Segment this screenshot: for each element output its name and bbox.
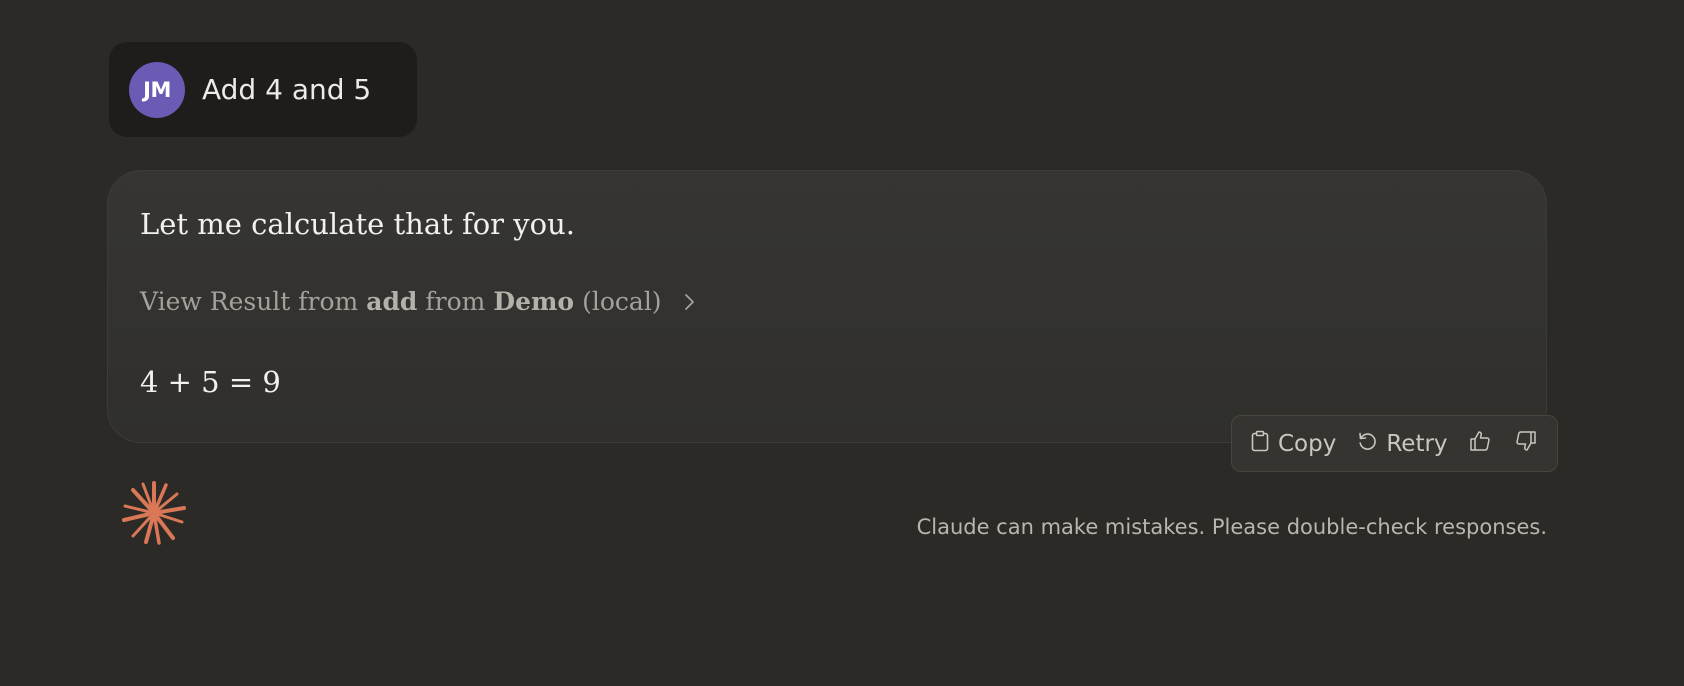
tool-link-middle: from bbox=[425, 287, 486, 316]
tool-result-text: 4 + 5 = 9 bbox=[140, 365, 281, 399]
user-message: JM Add 4 and 5 bbox=[109, 42, 417, 137]
retry-icon bbox=[1356, 430, 1378, 458]
copy-button[interactable]: Copy bbox=[1250, 430, 1336, 458]
claude-spark-icon bbox=[121, 480, 187, 546]
tool-link-suffix: (local) bbox=[582, 287, 662, 316]
clipboard-icon bbox=[1250, 430, 1270, 458]
user-message-text: Add 4 and 5 bbox=[202, 73, 372, 106]
avatar[interactable]: JM bbox=[129, 61, 185, 118]
thumbs-down-button[interactable] bbox=[1514, 429, 1538, 459]
retry-button[interactable]: Retry bbox=[1356, 430, 1448, 458]
tool-name: add bbox=[366, 287, 418, 316]
thumbs-down-icon bbox=[1514, 429, 1538, 459]
thumbs-up-button[interactable] bbox=[1468, 429, 1492, 459]
tool-link-prefix: View Result from bbox=[140, 287, 359, 316]
thumbs-up-icon bbox=[1468, 429, 1492, 459]
chevron-right-icon bbox=[684, 293, 696, 311]
message-action-bar: Copy Retry bbox=[1231, 415, 1558, 472]
view-tool-result-link[interactable]: View Result from add from Demo (local) bbox=[140, 287, 696, 316]
retry-label: Retry bbox=[1386, 430, 1448, 457]
copy-label: Copy bbox=[1278, 430, 1337, 457]
assistant-message: Let me calculate that for you. View Resu… bbox=[107, 170, 1547, 443]
server-name: Demo bbox=[493, 287, 575, 316]
assistant-intro-text: Let me calculate that for you. bbox=[140, 207, 575, 241]
disclaimer-text: Claude can make mistakes. Please double-… bbox=[916, 515, 1547, 539]
